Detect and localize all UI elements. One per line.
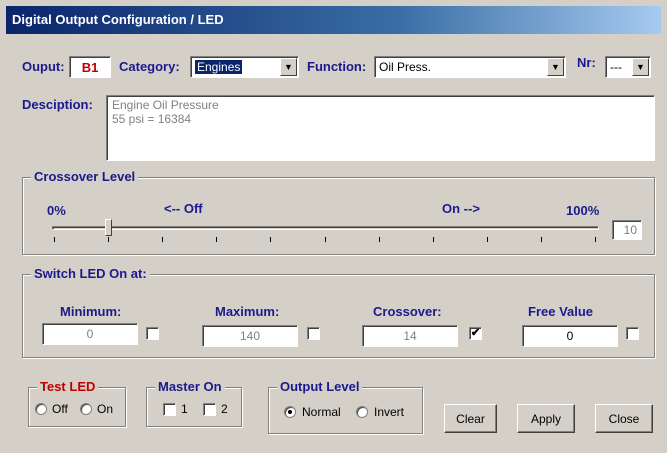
title-bar: Digital Output Configuration / LED — [6, 6, 661, 34]
slider-tick — [433, 237, 434, 242]
crossover-level-title: Crossover Level — [31, 169, 139, 184]
nr-label: Nr: — [577, 55, 596, 70]
nr-select[interactable]: --- ▼ — [605, 56, 651, 78]
test-led-on-label: On — [97, 402, 114, 416]
master-1-label: 1 — [181, 402, 188, 416]
free-value-label: Free Value — [528, 304, 594, 319]
slider-tick — [270, 237, 271, 242]
test-led-title: Test LED — [37, 379, 99, 394]
slider-tick — [487, 237, 488, 242]
crossover-level-value[interactable]: 10 — [612, 220, 642, 240]
chevron-down-icon[interactable]: ▼ — [632, 58, 649, 76]
description-line-2: 55 psi = 16384 — [112, 112, 192, 126]
description-line-1: Engine Oil Pressure — [112, 98, 219, 112]
dialog-window: Digital Output Configuration / LED Ouput… — [0, 0, 667, 453]
minimum-field[interactable]: 0 — [42, 323, 138, 345]
function-select[interactable]: Oil Press. ▼ — [374, 56, 566, 78]
function-value: Oil Press. — [379, 60, 432, 74]
test-led-on-radio[interactable] — [80, 403, 92, 415]
description-label: Desciption: — [22, 97, 93, 112]
chevron-down-icon[interactable]: ▼ — [280, 58, 297, 76]
output-level-title: Output Level — [277, 379, 363, 394]
slider-tick — [595, 237, 596, 242]
test-led-off-radio[interactable] — [35, 403, 47, 415]
crossover-field[interactable]: 14 — [362, 325, 458, 347]
function-label: Function: — [307, 59, 367, 74]
slider-tick — [216, 237, 217, 242]
minimum-label: Minimum: — [60, 304, 122, 319]
free-value-field[interactable]: 0 — [522, 325, 618, 347]
master-on-title: Master On — [155, 379, 225, 394]
slider-tick — [325, 237, 326, 242]
close-button[interactable]: Close — [595, 404, 653, 433]
free-value-checkbox[interactable] — [626, 327, 639, 340]
crossover-checkbox[interactable]: ✔ — [469, 327, 482, 340]
maximum-field[interactable]: 140 — [202, 325, 298, 347]
maximum-checkbox[interactable] — [307, 327, 320, 340]
master-2-checkbox[interactable] — [203, 403, 216, 416]
slider-tick — [108, 237, 109, 242]
crossover-level-group: Crossover Level — [22, 169, 655, 255]
description-textarea[interactable]: Engine Oil Pressure 55 psi = 16384 — [106, 95, 655, 161]
slider-tick — [54, 237, 55, 242]
output-invert-radio[interactable] — [356, 406, 368, 418]
output-normal-label: Normal — [302, 405, 341, 419]
category-select[interactable]: Engines ▼ — [190, 56, 299, 78]
slider-tick — [162, 237, 163, 242]
apply-button[interactable]: Apply — [517, 404, 575, 433]
minimum-checkbox[interactable] — [146, 327, 159, 340]
category-label: Category: — [119, 59, 180, 74]
slider-thumb[interactable] — [105, 219, 112, 236]
maximum-label: Maximum: — [215, 304, 280, 319]
slider-track[interactable] — [52, 226, 599, 230]
output-invert-label: Invert — [374, 405, 405, 419]
output-value: B1 — [69, 56, 111, 78]
slider-off-label: <-- Off — [164, 201, 203, 216]
switch-led-title: Switch LED On at: — [31, 266, 150, 281]
slider-min-label: 0% — [47, 203, 66, 218]
output-label: Ouput: — [22, 59, 65, 74]
test-led-off-label: Off — [52, 402, 68, 416]
master-2-label: 2 — [221, 402, 228, 416]
slider-on-label: On --> — [442, 201, 480, 216]
checkmark-icon: ✔ — [470, 327, 481, 339]
chevron-down-icon[interactable]: ▼ — [547, 58, 564, 76]
master-1-checkbox[interactable] — [163, 403, 176, 416]
category-value: Engines — [195, 60, 243, 74]
clear-button[interactable]: Clear — [444, 404, 497, 433]
slider-tick — [379, 237, 380, 242]
slider-tick — [541, 237, 542, 242]
nr-value: --- — [610, 60, 622, 74]
slider-max-label: 100% — [566, 203, 600, 218]
crossover-label: Crossover: — [373, 304, 442, 319]
output-normal-radio[interactable] — [284, 406, 296, 418]
